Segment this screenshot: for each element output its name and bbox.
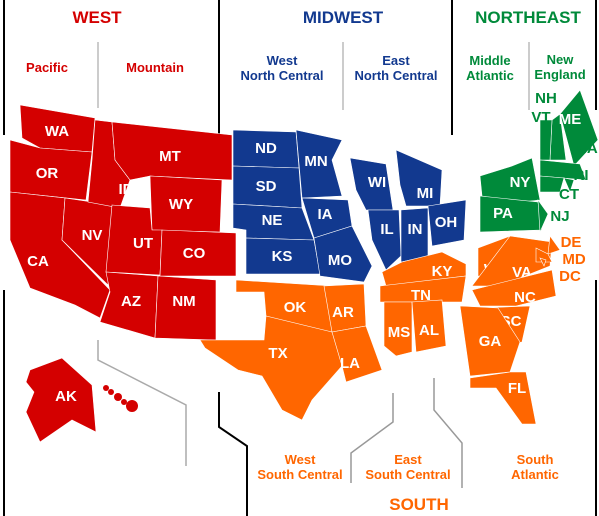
state-label-il: IL (380, 221, 393, 238)
state-label-nv: NV (82, 227, 103, 244)
state-label-nd: ND (255, 140, 277, 157)
state-label-ct: CT (559, 186, 579, 203)
state-label-ia: IA (318, 206, 333, 223)
state-label-id: ID (119, 181, 134, 198)
division-mountain: Mountain (126, 60, 184, 75)
state-label-hi: HI (123, 410, 138, 427)
state-label-md: MD (562, 251, 585, 268)
state-la[interactable] (331, 325, 383, 383)
state-label-ky: KY (432, 263, 453, 280)
state-label-nh: NH (535, 90, 557, 107)
state-vt[interactable] (539, 119, 553, 161)
state-label-sd: SD (256, 178, 277, 195)
state-label-ut: UT (133, 235, 153, 252)
state-hi-island[interactable] (103, 385, 109, 391)
state-label-pa: PA (493, 205, 513, 222)
division-pacific: Pacific (26, 60, 68, 75)
state-label-mi: MI (417, 185, 434, 202)
state-label-ny: NY (510, 174, 531, 191)
state-label-co: CO (183, 245, 206, 262)
state-nj[interactable] (537, 198, 549, 233)
region-title-midwest: MIDWEST (302, 8, 384, 27)
state-hi-island[interactable] (108, 389, 114, 395)
state-label-nc: NC (514, 289, 536, 306)
us-census-regions-map: WA OR CA NV ID MT WY UT CO AZ NM AK HI ND SD NE KS MN IA MO… (0, 0, 599, 516)
state-label-in: IN (408, 221, 423, 238)
state-label-tx: TX (268, 345, 287, 362)
state-label-az: AZ (121, 293, 141, 310)
region-title-south: SOUTH (389, 495, 449, 514)
divider-line (218, 392, 248, 516)
state-label-wa: WA (45, 123, 69, 140)
state-label-nj: NJ (550, 208, 569, 225)
division-east-north-central: East North Central (354, 53, 438, 83)
state-label-vt: VT (531, 109, 550, 126)
state-label-or: OR (36, 165, 59, 182)
state-label-fl: FL (508, 380, 526, 397)
division-east-south-central: East South Central (365, 452, 451, 482)
state-label-dc: DC (559, 268, 581, 285)
division-new-england: New England (534, 52, 586, 82)
region-title-northeast: NORTHEAST (475, 8, 581, 27)
state-label-ms: MS (388, 324, 411, 341)
state-label-ar: AR (332, 304, 354, 321)
division-middle-atlantic: Middle Atlantic (466, 53, 514, 83)
state-label-mn: MN (304, 153, 327, 170)
state-label-mt: MT (159, 148, 181, 165)
state-label-al: AL (419, 322, 439, 339)
state-label-ca: CA (27, 253, 49, 270)
state-label-ne: NE (262, 212, 283, 229)
state-tx[interactable] (199, 315, 347, 421)
state-il[interactable] (367, 209, 402, 271)
division-west-north-central: West North Central (240, 53, 324, 83)
divider-line (97, 340, 187, 466)
state-label-me: ME (559, 111, 582, 128)
state-label-wy: WY (169, 196, 193, 213)
state-label-ga: GA (479, 333, 502, 350)
state-hi-island[interactable] (121, 399, 127, 405)
state-label-la: LA (340, 355, 360, 372)
state-de[interactable] (547, 235, 561, 255)
state-label-oh: OH (435, 214, 458, 231)
state-label-mo: MO (328, 252, 352, 269)
state-label-wi: WI (368, 174, 386, 191)
state-label-ma: MA (574, 140, 597, 157)
state-label-de: DE (561, 234, 582, 251)
state-label-nm: NM (172, 293, 195, 310)
division-south-atlantic: South Atlantic (511, 452, 559, 482)
division-west-south-central: West South Central (257, 452, 343, 482)
state-label-ks: KS (272, 248, 293, 265)
state-label-ak: AK (55, 388, 77, 405)
region-title-west: WEST (72, 8, 122, 27)
state-hi-island[interactable] (114, 393, 122, 401)
state-label-ok: OK (284, 299, 307, 316)
state-label-ri: RI (574, 167, 589, 184)
